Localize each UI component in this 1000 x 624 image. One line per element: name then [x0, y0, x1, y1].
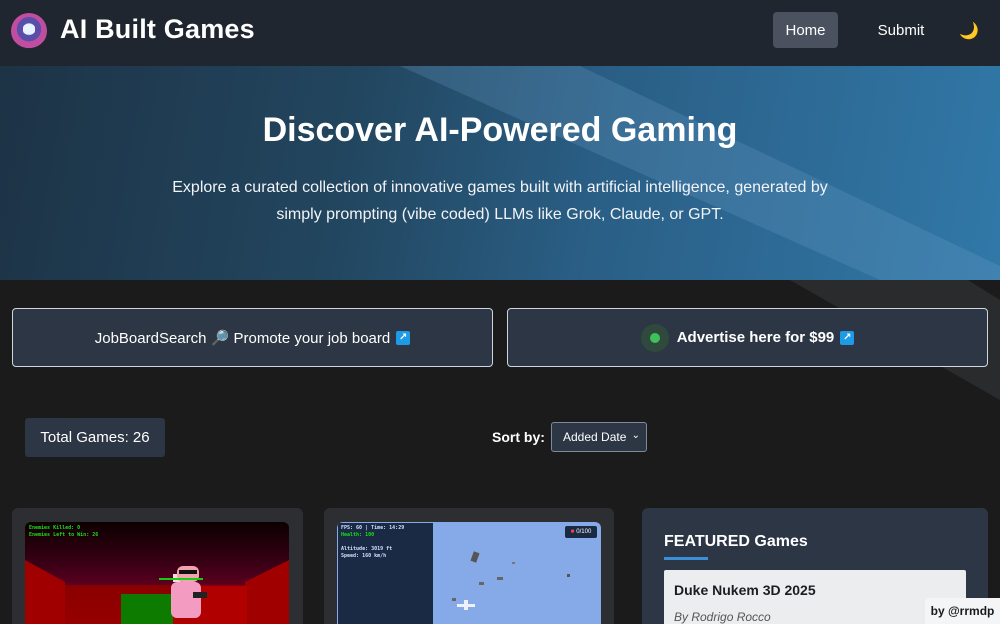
hero-section: Discover AI-Powered Gaming Explore a cur…: [0, 66, 1000, 280]
game-thumbnail[interactable]: FPS: 60 | Time: 14:29 Health: 100 Altitu…: [337, 522, 601, 624]
featured-game-author: By Rodrigo Rocco: [674, 610, 771, 624]
nav-submit-button[interactable]: Submit: [866, 12, 936, 48]
game-card[interactable]: Enemies Killed: 0 Enemies Left to Win: 2…: [12, 508, 303, 624]
sort-selected-value: Added Date: [563, 430, 627, 444]
featured-game-item[interactable]: Duke Nukem 3D 2025 By Rodrigo Rocco: [664, 570, 966, 624]
hero-title: Discover AI-Powered Gaming: [262, 111, 738, 149]
fps-scene-graphic: [25, 560, 289, 624]
hero-description: Explore a curated collection of innovati…: [172, 179, 828, 223]
nav-home-button[interactable]: Home: [773, 12, 838, 48]
site-header: AI Built Games Home Submit 🌙: [0, 0, 1000, 66]
promo-jobboard-text: JobBoardSearch 🔎 Promote your job board: [94, 329, 391, 347]
featured-title: FEATURED Games: [664, 533, 808, 550]
brand-title[interactable]: AI Built Games: [60, 14, 255, 45]
total-games-badge: Total Games: 26: [25, 418, 165, 457]
sort-label: Sort by:: [492, 429, 545, 445]
flight-scene-graphic: [452, 551, 570, 610]
game-card[interactable]: FPS: 60 | Time: 14:29 Health: 100 Altitu…: [324, 508, 614, 624]
logo-icon[interactable]: [11, 13, 47, 49]
sort-select[interactable]: Added Date ⌄: [551, 422, 647, 452]
moon-icon[interactable]: 🌙: [958, 20, 980, 42]
external-link-icon: ↗: [396, 330, 411, 345]
hero-diagonal-stripe: [400, 66, 1000, 280]
promo-jobboard-link[interactable]: JobBoardSearch 🔎 Promote your job board …: [12, 308, 493, 367]
promo-advertise-text: Advertise here for $99: [676, 329, 835, 346]
author-byline-link[interactable]: by @rrmdp: [925, 598, 1000, 624]
status-dot-icon: [640, 323, 669, 352]
featured-underline: [664, 557, 708, 560]
chevron-down-icon: ⌄: [631, 430, 640, 441]
external-link-icon: ↗: [840, 330, 855, 345]
featured-game-name: Duke Nukem 3D 2025: [674, 582, 816, 598]
game-thumbnail[interactable]: Enemies Killed: 0 Enemies Left to Win: 2…: [25, 522, 289, 624]
promo-advertise-link[interactable]: Advertise here for $99 ↗: [507, 308, 988, 367]
